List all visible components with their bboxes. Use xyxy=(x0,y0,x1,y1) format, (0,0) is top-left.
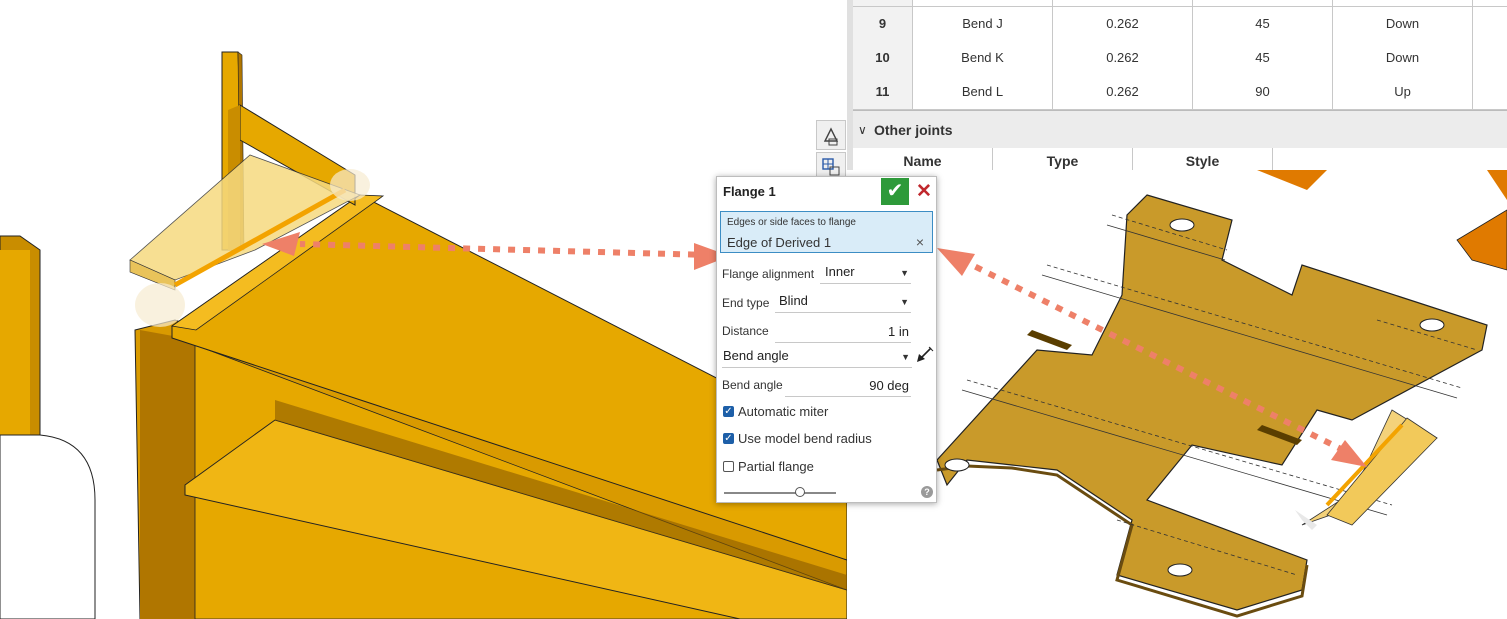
flip-direction-icon[interactable] xyxy=(915,345,935,365)
bend-mode-select[interactable]: Bend angle ▼ xyxy=(722,345,912,367)
other-joints-label: Other joints xyxy=(874,122,953,138)
bend-direction-cell: Down xyxy=(1333,7,1473,41)
checkbox-unchecked-icon xyxy=(723,461,734,472)
slider-track[interactable] xyxy=(724,492,836,494)
bend-direction-cell: Down xyxy=(1333,41,1473,75)
chevron-down-icon: ▼ xyxy=(900,297,909,307)
bend-angle-cell: 45 xyxy=(1193,41,1333,75)
check-icon: ✔ xyxy=(886,180,904,202)
flange-feature-dialog: Flange 1 ✔ ✕ Edges or side faces to flan… xyxy=(716,176,937,503)
help-icon[interactable]: ? xyxy=(921,486,933,498)
table-row[interactable]: 11 Bend L 0.262 90 Up xyxy=(853,75,1507,110)
bend-angle-cell: 90 xyxy=(1193,75,1333,109)
table-row[interactable]: 9 Bend J 0.262 45 Down xyxy=(853,7,1507,42)
bend-direction-cell: Up xyxy=(1333,75,1473,109)
chevron-down-icon: ∨ xyxy=(858,123,867,137)
bend-angle-value: 90 deg xyxy=(869,378,909,393)
chevron-down-icon: ▼ xyxy=(901,352,910,362)
bend-radius-cell: 0.262 xyxy=(1053,41,1193,75)
end-type-value: Blind xyxy=(779,293,808,308)
bend-angle-input[interactable]: 90 deg xyxy=(785,374,911,396)
flat-pattern-viewport[interactable] xyxy=(847,170,1507,619)
flange-alignment-select[interactable]: Inner ▼ xyxy=(820,261,911,283)
bend-name-cell: Bend J xyxy=(913,7,1053,41)
chevron-down-icon: ▼ xyxy=(900,268,909,278)
panel-divider[interactable] xyxy=(847,0,853,170)
partial-flange-checkbox[interactable]: Partial flange xyxy=(717,458,917,476)
table-row[interactable]: 10 Bend K 0.262 45 Down xyxy=(853,41,1507,76)
column-header-name[interactable]: Name xyxy=(853,148,993,170)
checkbox-checked-icon: ✓ xyxy=(723,406,734,417)
view-cube-icon[interactable] xyxy=(816,120,846,150)
partial-flange-label: Partial flange xyxy=(738,459,814,474)
column-header-style[interactable]: Style xyxy=(1133,148,1273,170)
edges-field-label: Edges or side faces to flange xyxy=(727,217,856,228)
automatic-miter-label: Automatic miter xyxy=(738,404,829,419)
other-joints-table-header: Name Type Style xyxy=(853,148,1507,170)
row-index: 9 xyxy=(853,7,913,41)
distance-value: 1 in xyxy=(888,324,909,339)
edges-selection-field[interactable]: Edges or side faces to flange Edge of De… xyxy=(720,211,933,253)
slider-handle[interactable] xyxy=(795,487,806,497)
bend-mode-value: Bend angle xyxy=(723,348,789,363)
close-icon: ✕ xyxy=(916,181,932,202)
bend-angle-cell: 45 xyxy=(1193,7,1333,41)
edges-field-value: Edge of Derived 1 xyxy=(727,235,832,250)
dialog-title: Flange 1 xyxy=(723,184,776,199)
bend-name-cell: Bend L xyxy=(913,75,1053,109)
bend-radius-cell: 0.262 xyxy=(1053,75,1193,109)
flange-alignment-value: Inner xyxy=(825,264,855,279)
distance-input[interactable]: 1 in xyxy=(775,320,911,342)
row-index: 10 xyxy=(853,41,913,75)
automatic-miter-checkbox[interactable]: ✓ Automatic miter xyxy=(717,403,917,421)
column-header-type[interactable]: Type xyxy=(993,148,1133,170)
bend-table-panel: 9 Bend J 0.262 45 Down 10 Bend K 0.262 4… xyxy=(853,0,1507,170)
end-type-select[interactable]: Blind ▼ xyxy=(775,290,911,312)
checkbox-checked-icon: ✓ xyxy=(723,433,734,444)
bend-name-cell: Bend K xyxy=(913,41,1053,75)
other-joints-section-header[interactable]: ∨ Other joints xyxy=(853,110,1507,150)
cancel-button[interactable]: ✕ xyxy=(913,178,935,205)
bend-radius-cell: 0.262 xyxy=(1053,7,1193,41)
use-model-bend-radius-checkbox[interactable]: ✓ Use model bend radius xyxy=(717,430,917,448)
use-model-bend-radius-label: Use model bend radius xyxy=(738,431,872,446)
clear-selection-icon[interactable]: × xyxy=(916,234,924,250)
accept-button[interactable]: ✔ xyxy=(881,178,909,205)
row-index: 11 xyxy=(853,75,913,109)
table-row[interactable] xyxy=(853,0,1507,7)
